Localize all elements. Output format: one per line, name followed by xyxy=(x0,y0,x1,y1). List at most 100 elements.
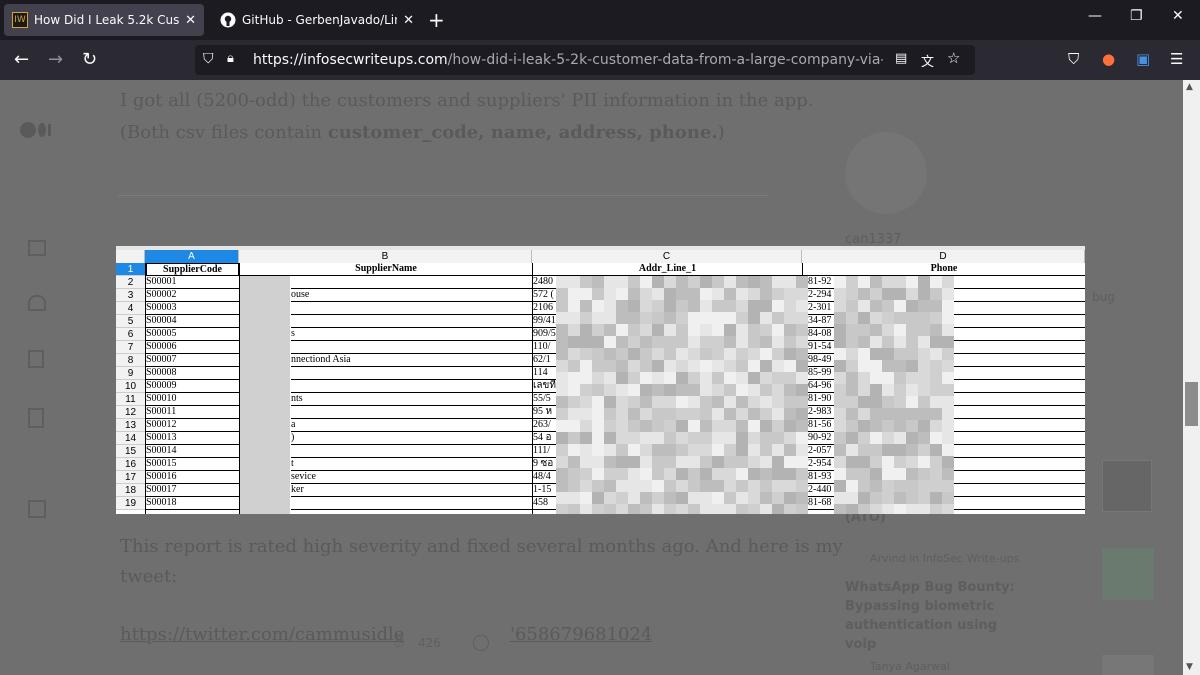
scroll-down-icon[interactable]: ▼ xyxy=(1186,662,1193,672)
mosaic-block xyxy=(846,504,858,514)
mosaic-block xyxy=(846,432,858,444)
mosaic-block xyxy=(894,396,906,408)
translate-extension-icon[interactable]: ▣ xyxy=(1136,50,1150,68)
restore-icon[interactable]: ❐ xyxy=(1130,8,1143,24)
extension-icon[interactable]: ● xyxy=(1102,50,1115,68)
mosaic-block xyxy=(712,432,724,444)
article-paragraph-2: (Both csv files contain customer_code, n… xyxy=(120,122,725,143)
mosaic-block xyxy=(796,324,808,336)
mosaic-block xyxy=(664,468,676,480)
mosaic-block xyxy=(918,312,930,324)
row-header: 1 xyxy=(116,263,145,276)
forward-icon[interactable]: → xyxy=(48,49,63,70)
mosaic-block xyxy=(834,396,846,408)
mosaic-block xyxy=(760,300,772,312)
close-icon[interactable]: ✕ xyxy=(403,13,414,28)
comment-icon[interactable]: ◯ xyxy=(472,632,490,651)
bookmark-star-icon[interactable]: ☆ xyxy=(947,49,960,67)
mosaic-block xyxy=(580,408,592,420)
mosaic-block xyxy=(652,432,664,444)
home-icon[interactable] xyxy=(28,240,46,256)
cell-supplier-code: S00005 xyxy=(146,328,239,341)
clap-icon[interactable]: ✋︎ xyxy=(395,632,404,652)
rec-title[interactable]: WhatsApp Bug Bounty: Bypassing biometric… xyxy=(845,578,1025,654)
mosaic-block xyxy=(604,288,616,300)
mosaic-block xyxy=(712,360,724,372)
mosaic-block xyxy=(894,312,906,324)
row-header: 6 xyxy=(116,328,145,341)
mosaic-block xyxy=(834,324,846,336)
mosaic-block xyxy=(688,468,700,480)
mosaic-block xyxy=(894,420,906,432)
shield-icon[interactable]: ⛉ xyxy=(203,51,214,67)
rec-thumb-3 xyxy=(1102,655,1154,675)
mosaic-block xyxy=(580,312,592,324)
mosaic-block xyxy=(918,420,930,432)
mosaic-block xyxy=(760,420,772,432)
tab-article[interactable]: IW How Did I Leak 5.2k Customer D ✕ xyxy=(4,4,204,36)
mosaic-block xyxy=(580,300,592,312)
menu-icon[interactable]: ☰ xyxy=(1170,50,1183,68)
mosaic-block xyxy=(712,420,724,432)
minimize-icon[interactable]: — xyxy=(1088,8,1102,24)
close-icon[interactable]: ✕ xyxy=(185,13,196,28)
column-header-b: B xyxy=(239,250,532,263)
page-scrollbar[interactable] xyxy=(1183,80,1200,675)
scroll-up-icon[interactable]: ▲ xyxy=(1186,82,1193,92)
bell-icon[interactable] xyxy=(28,295,46,311)
stories-icon[interactable] xyxy=(28,408,44,428)
mosaic-block xyxy=(772,480,784,492)
mosaic-block xyxy=(846,456,858,468)
cell-supplier-name xyxy=(291,315,532,328)
cell-supplier-code: S00009 xyxy=(146,380,239,393)
mosaic-block xyxy=(712,312,724,324)
cell-supplier-name: nts xyxy=(291,393,532,406)
mosaic-block xyxy=(918,348,930,360)
mosaic-block xyxy=(592,276,604,288)
row-header: 12 xyxy=(116,406,145,419)
mosaic-block xyxy=(796,420,808,432)
url-bar[interactable]: ⛉ 🔒︎ https://infosecwriteups.com/how-did… xyxy=(195,45,975,75)
reload-icon[interactable]: ↻ xyxy=(82,49,97,70)
mosaic-block xyxy=(604,468,616,480)
url-text[interactable]: https://infosecwriteups.com/how-did-i-le… xyxy=(253,52,883,68)
mosaic-block xyxy=(712,444,724,456)
pocket-icon[interactable]: ⛉ xyxy=(1068,50,1079,68)
mosaic-block xyxy=(568,348,580,360)
mosaic-block xyxy=(676,288,688,300)
mosaic-block xyxy=(918,396,930,408)
mosaic-block xyxy=(784,324,796,336)
mosaic-block xyxy=(556,432,568,444)
row-header: 13 xyxy=(116,419,145,432)
new-tab-icon[interactable]: + xyxy=(428,8,445,32)
translate-icon[interactable]: 文 xyxy=(921,51,934,70)
mosaic-block xyxy=(772,288,784,300)
mosaic-block xyxy=(592,504,604,514)
scrollbar-thumb[interactable] xyxy=(1185,382,1198,426)
tab-github[interactable]: GitHub - GerbenJavado/LinkFin ✕ xyxy=(212,4,422,36)
bookmarks-icon[interactable] xyxy=(28,350,44,368)
mosaic-block xyxy=(870,360,882,372)
mosaic-block xyxy=(688,504,700,514)
row-header: 18 xyxy=(116,484,145,497)
mosaic-block xyxy=(604,456,616,468)
mosaic-block xyxy=(942,336,954,348)
tweet-link-tail[interactable]: '6586796810​24 xyxy=(510,624,652,645)
back-icon[interactable]: ← xyxy=(14,49,29,70)
mosaic-block xyxy=(580,384,592,396)
header-cell-b: SupplierName xyxy=(240,263,532,276)
reader-view-icon[interactable]: ▤ xyxy=(895,51,907,66)
mosaic-block xyxy=(930,396,942,408)
mosaic-block xyxy=(700,456,712,468)
window-close-icon[interactable]: ✕ xyxy=(1172,8,1184,24)
lock-icon[interactable]: 🔒︎ xyxy=(227,51,234,66)
mosaic-block xyxy=(796,468,808,480)
mosaic-block xyxy=(724,456,736,468)
medium-logo[interactable] xyxy=(20,120,56,140)
mosaic-block xyxy=(688,324,700,336)
mosaic-block xyxy=(736,444,748,456)
mosaic-block xyxy=(760,336,772,348)
mosaic-block xyxy=(712,456,724,468)
tweet-link[interactable]: https://twitter.com/cammusidle xyxy=(120,624,404,645)
write-icon[interactable] xyxy=(28,500,46,518)
